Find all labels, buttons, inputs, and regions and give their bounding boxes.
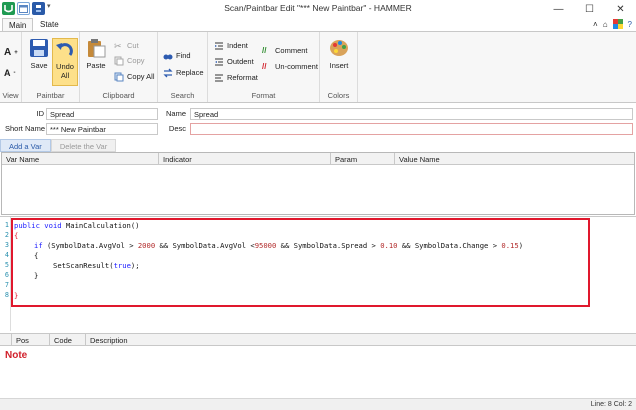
home-icon[interactable]: ⌂ <box>603 20 608 29</box>
code-line-6: } <box>34 271 39 280</box>
colors-group: Insert Colors <box>320 32 358 102</box>
scissors-icon: ✂ <box>114 40 122 51</box>
reformat-icon <box>214 73 224 83</box>
undo-all-button[interactable]: Undo All <box>52 38 78 86</box>
id-field[interactable]: Spread <box>46 108 158 120</box>
title-bar: ▾ Scan/Paintbar Edit "*** New Paintbar" … <box>0 0 636 18</box>
code-line-2: { <box>14 231 19 240</box>
copy-button[interactable]: Copy <box>114 54 145 67</box>
indent-button[interactable]: Indent <box>214 39 248 52</box>
uncomment-button[interactable]: // Un-comment <box>262 60 318 73</box>
outdent-icon <box>214 57 224 67</box>
paintbar-group: Save Undo All Paintbar <box>22 32 80 102</box>
code-line-3: if (SymbolData.AvgVol > 2000 && SymbolDa… <box>34 241 524 250</box>
reformat-button[interactable]: Reformat <box>214 71 258 84</box>
format-group: Indent Outdent Reformat // Comment // Un… <box>208 32 320 102</box>
close-button[interactable]: ✕ <box>605 0 636 18</box>
delete-var-button[interactable]: Delete the Var <box>50 139 117 152</box>
code-editor[interactable]: 1 2 3 4 5 6 7 8 public void MainCalculat… <box>0 216 636 331</box>
copy-icon <box>114 56 124 66</box>
search-group-label: Search <box>170 91 195 100</box>
name-field[interactable]: Spread <box>190 108 633 120</box>
copy-all-button[interactable]: Copy All <box>114 70 155 83</box>
pos-column[interactable]: Pos <box>12 334 50 346</box>
cursor-position: Line: 8 Col: 2 <box>590 401 632 408</box>
var-grid-header: Var Name Indicator Param Value Name <box>2 153 634 165</box>
value-name-column[interactable]: Value Name <box>395 153 636 165</box>
color-theme-icon[interactable] <box>612 19 623 29</box>
clipboard-group-label: Clipboard <box>102 91 135 100</box>
desc-field[interactable] <box>190 123 633 135</box>
short-name-field[interactable]: *** New Paintbar <box>46 123 158 135</box>
line-number-gutter: 1 2 3 4 5 6 7 8 <box>0 217 11 331</box>
line-number: 8 <box>4 291 9 299</box>
palette-icon <box>329 38 349 58</box>
insert-color-button[interactable]: Insert <box>325 38 353 86</box>
code-line-4: { <box>34 251 39 260</box>
replace-icon <box>163 68 173 78</box>
comment-button[interactable]: // Comment <box>262 44 308 57</box>
format-group-label: Format <box>251 91 276 100</box>
add-var-button[interactable]: Add a Var <box>0 139 51 152</box>
view-group-label: View <box>2 91 19 100</box>
line-number: 6 <box>4 271 9 279</box>
var-toolbar: Add a Var Delete the Var <box>0 139 636 152</box>
tab-main[interactable]: Main <box>2 18 34 32</box>
save-disk-icon <box>29 38 49 58</box>
window-title: Scan/Paintbar Edit "*** New Paintbar" - … <box>224 3 412 13</box>
indicator-column[interactable]: Indicator <box>159 153 331 165</box>
id-label: ID <box>36 109 45 118</box>
name-label: Name <box>165 109 186 118</box>
help-icon[interactable]: ? <box>628 20 632 29</box>
collapse-ribbon-icon[interactable]: ˄ <box>593 20 598 29</box>
code-line-1: public void MainCalculation() <box>14 221 140 230</box>
clipboard-group: Paste ✂ Cut Copy Copy All Clipboard <box>80 32 158 102</box>
paste-icon <box>86 38 106 58</box>
binoculars-icon <box>163 51 173 61</box>
search-group: Find Replace Search <box>158 32 208 102</box>
line-number: 2 <box>4 231 9 239</box>
short-name-label: Short Name <box>4 124 45 133</box>
outdent-button[interactable]: Outdent <box>214 55 254 68</box>
note-label: Note <box>5 350 28 361</box>
ribbon: A+ A- View Save Undo All Paintbar Paste <box>0 31 636 103</box>
replace-button[interactable]: Replace <box>163 66 204 79</box>
comment-icon: // <box>262 45 267 55</box>
line-number: 5 <box>4 261 9 269</box>
paintbar-properties-form: ID Spread Name Spread Short Name *** New… <box>0 105 636 137</box>
tab-state[interactable]: State <box>34 18 65 32</box>
minimize-button[interactable]: — <box>543 0 574 18</box>
font-decrease-icon[interactable]: A- <box>4 66 16 79</box>
var-name-column[interactable]: Var Name <box>2 153 159 165</box>
copy-all-icon <box>114 72 124 82</box>
cut-button[interactable]: ✂ Cut <box>114 39 139 52</box>
undo-icon <box>55 39 75 59</box>
code-line-8: } <box>14 291 19 300</box>
line-number: 4 <box>4 251 9 259</box>
indent-icon <box>214 41 224 51</box>
var-grid: Var Name Indicator Param Value Name <box>1 152 635 215</box>
view-group: A + A- View <box>0 32 22 102</box>
ribbon-tab-strip: Main State ˄ ⌂ ? <box>0 18 636 32</box>
save-button[interactable]: Save <box>26 38 52 86</box>
code-line-5: SetScanResult(true); <box>53 261 140 270</box>
code-column[interactable]: Code <box>50 334 86 346</box>
status-bar: Line: 8 Col: 2 <box>0 398 636 410</box>
maximize-button[interactable]: ☐ <box>574 0 605 18</box>
colors-group-label: Colors <box>327 91 350 100</box>
line-number: 3 <box>4 241 9 249</box>
description-column[interactable]: Description <box>86 334 636 346</box>
paste-button[interactable]: Paste <box>84 38 108 86</box>
font-increase-icon[interactable]: A + <box>4 46 18 59</box>
line-number: 1 <box>4 221 9 229</box>
uncomment-icon: // <box>262 61 267 71</box>
error-grid-indicator <box>0 334 12 346</box>
find-button[interactable]: Find <box>163 49 191 62</box>
error-grid: Pos Code Description <box>0 333 636 346</box>
paintbar-group-label: Paintbar <box>36 91 65 100</box>
line-number: 7 <box>4 281 9 289</box>
param-column[interactable]: Param <box>331 153 395 165</box>
desc-label: Desc <box>168 124 186 133</box>
